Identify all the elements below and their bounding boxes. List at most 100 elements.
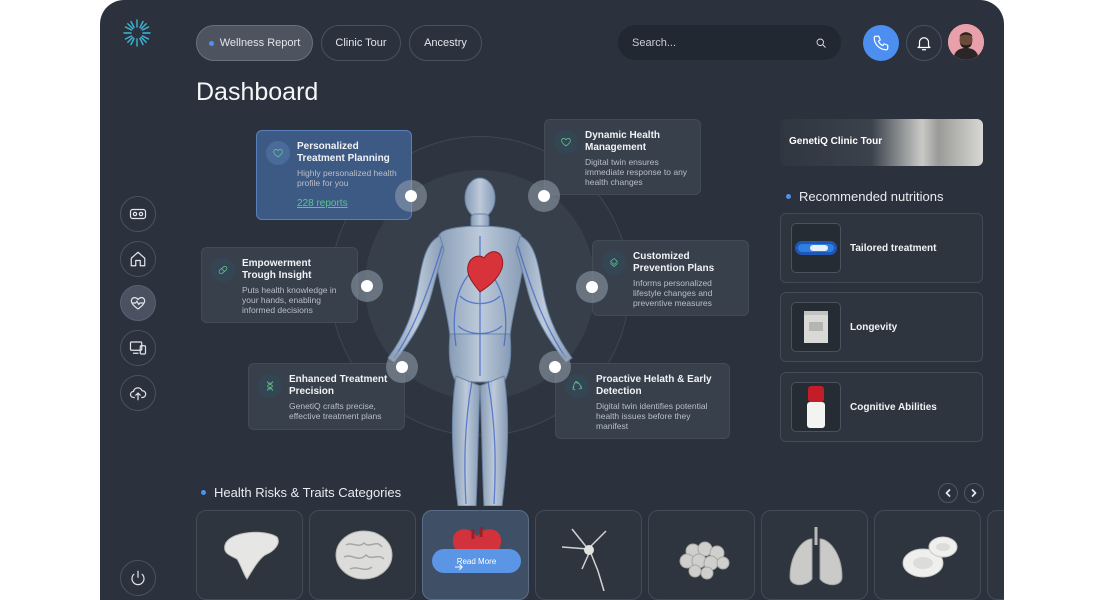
home-icon: [130, 251, 146, 267]
sidebar-item-cloud[interactable]: [120, 375, 156, 411]
devices-icon: [129, 341, 147, 355]
search-placeholder: Search...: [632, 36, 677, 49]
sidebar-item-devices[interactable]: [120, 330, 156, 366]
heading-dot: [786, 194, 791, 199]
human-anatomy-figure: [387, 177, 573, 506]
chevron-right-icon: [971, 489, 977, 497]
nutrition-label: Longevity: [850, 321, 898, 333]
feature-card-dynamic[interactable]: Dynamic Health Management Digital twin e…: [544, 119, 701, 195]
pill-icon: [218, 265, 228, 275]
feature-desc: Informs personalized lifestyle changes a…: [633, 278, 713, 308]
feature-title: Personalized Treatment Planning: [297, 141, 390, 164]
feature-title: Empowerment Trough Insight: [242, 258, 312, 281]
active-dot: [208, 40, 214, 46]
liver-icon: [224, 531, 279, 580]
hotspot-node[interactable]: [539, 351, 571, 383]
cells-icon: [679, 541, 730, 580]
feature-card-proactive[interactable]: Proactive Helath & Early Detection Digit…: [555, 363, 730, 439]
phone-icon: [873, 35, 889, 51]
category-card-more[interactable]: [987, 510, 1004, 600]
layers-icon: [610, 258, 618, 267]
bell-icon: [917, 37, 931, 51]
reports-link[interactable]: 228 reports: [297, 198, 401, 209]
chevron-left-icon: [945, 489, 951, 497]
category-card-heart[interactable]: Read More: [422, 510, 529, 600]
prev-button[interactable]: [938, 483, 958, 503]
heading-dot: [201, 490, 206, 495]
feature-desc: GenetiQ crafts precise, effective treatm…: [289, 401, 382, 421]
category-card-neuron[interactable]: [535, 510, 642, 600]
arrow-right-icon: [454, 563, 463, 571]
avatar[interactable]: [948, 24, 984, 60]
search-input[interactable]: Search...: [618, 25, 841, 60]
hotspot-node[interactable]: [386, 351, 418, 383]
vr-headset-icon: [129, 208, 147, 220]
tab-label: Clinic Tour: [335, 37, 387, 49]
recycle-icon: [572, 381, 582, 391]
category-card-blood-cells[interactable]: [874, 510, 981, 600]
feature-desc: Digital twin ensures immediate response …: [585, 157, 688, 187]
nutritions-heading-text: Recommended nutritions: [799, 189, 944, 204]
strip-pack-icon: [795, 241, 837, 255]
heart-icon: [561, 138, 571, 147]
power-button[interactable]: [120, 560, 156, 596]
feature-card-precision[interactable]: Enhanced Treatment Precision GenetiQ cra…: [248, 363, 405, 430]
nutrition-item[interactable]: Tailored treatment: [780, 213, 983, 283]
feature-icon-wrap: [602, 251, 626, 275]
feature-card-prevention[interactable]: Customized Prevention Plans Informs pers…: [592, 240, 749, 316]
hotspot-node[interactable]: [528, 180, 560, 212]
tab-wellness-report[interactable]: Wellness Report: [196, 25, 313, 61]
nutrition-label: Cognitive Abilities: [850, 401, 937, 413]
feature-icon-wrap: [266, 141, 290, 165]
feature-card-empowerment[interactable]: Empowerment Trough Insight Puts health k…: [201, 247, 358, 323]
notifications-button[interactable]: [906, 25, 942, 61]
hotspot-node[interactable]: [351, 270, 383, 302]
tab-label: Wellness Report: [219, 37, 301, 49]
page-title: Dashboard: [196, 78, 319, 106]
tab-label: Ancestry: [424, 37, 467, 49]
heart-icon: [273, 149, 283, 158]
feature-title: Proactive Helath & Early Detection: [596, 374, 712, 397]
hotspot-node[interactable]: [395, 180, 427, 212]
sidebar-item-home[interactable]: [120, 241, 156, 277]
nutrition-thumb: [791, 382, 841, 432]
next-button[interactable]: [964, 483, 984, 503]
sidebar-item-vr[interactable]: [120, 196, 156, 232]
cloud-upload-icon: [129, 387, 147, 401]
tab-ancestry[interactable]: Ancestry: [409, 25, 482, 61]
nutrition-thumb: [791, 302, 841, 352]
neuron-icon: [561, 528, 607, 591]
nutrition-item[interactable]: Longevity: [780, 292, 983, 362]
category-card-liver[interactable]: [196, 510, 303, 600]
feature-title: Dynamic Health Management: [585, 130, 661, 153]
genetiq-logo-icon: [123, 19, 151, 47]
feature-desc: Digital twin identifies potential health…: [596, 401, 708, 431]
feature-icon-wrap: [211, 258, 235, 282]
category-card-lungs[interactable]: [761, 510, 868, 600]
brain-icon: [335, 530, 393, 580]
feature-title: Customized Prevention Plans: [633, 251, 715, 274]
hotspot-node[interactable]: [576, 271, 608, 303]
feature-desc: Highly personalized health profile for y…: [297, 168, 397, 188]
user-avatar-icon: [948, 24, 984, 60]
category-card-brain[interactable]: [309, 510, 416, 600]
tab-clinic-tour[interactable]: Clinic Tour: [321, 25, 401, 61]
feature-icon-wrap: [258, 374, 282, 398]
clinic-tour-card[interactable]: GenetiQ Clinic Tour: [780, 119, 983, 166]
bottle-icon: [807, 386, 825, 428]
category-card-cells[interactable]: [648, 510, 755, 600]
lungs-icon: [789, 527, 843, 586]
feature-icon-wrap: [565, 374, 589, 398]
sidebar-item-health[interactable]: [120, 285, 156, 321]
heart-pulse-icon: [130, 297, 146, 310]
feature-card-planning[interactable]: Personalized Treatment Planning Highly p…: [256, 130, 412, 220]
call-button[interactable]: [863, 25, 899, 61]
nutrition-item[interactable]: Cognitive Abilities: [780, 372, 983, 442]
sachet-icon: [804, 311, 828, 343]
nutritions-heading: Recommended nutritions: [786, 189, 944, 204]
nutrition-label: Tailored treatment: [850, 242, 937, 254]
power-icon: [131, 570, 145, 586]
read-more-button[interactable]: Read More: [432, 549, 521, 573]
categories-heading-text: Health Risks & Traits Categories: [214, 485, 402, 500]
dna-icon: [267, 381, 273, 391]
